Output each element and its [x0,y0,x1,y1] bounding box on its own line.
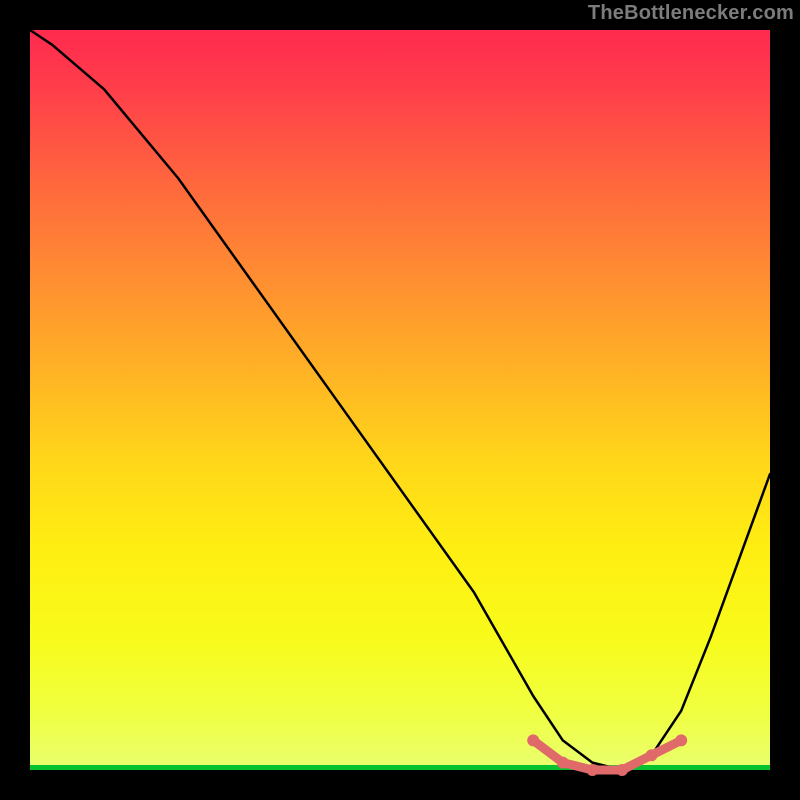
optimal-dot [616,764,628,776]
curve-svg [30,30,770,770]
bottleneck-curve [30,30,770,770]
optimal-dot [586,764,598,776]
plot-area [30,30,770,770]
optimal-dot [557,757,569,769]
optimal-dot [675,734,687,746]
optimal-dot [527,734,539,746]
optimal-dot [646,749,658,761]
chart-stage: TheBottlenecker.com [0,0,800,800]
attribution-label: TheBottlenecker.com [588,2,794,25]
